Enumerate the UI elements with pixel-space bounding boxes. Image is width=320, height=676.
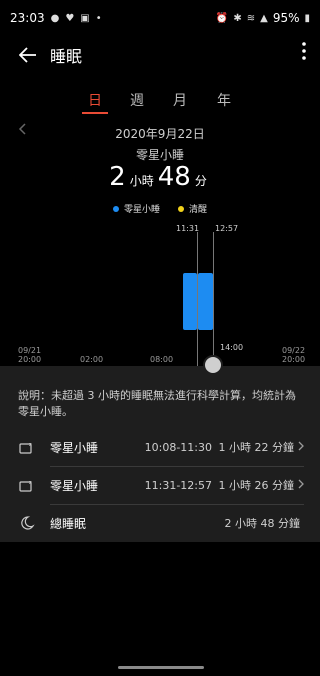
- nap-row-1-time: 10:08-11:30: [144, 440, 212, 454]
- period-tabs: 日 週 月 年: [0, 86, 320, 116]
- duration-hours: 2: [109, 162, 126, 192]
- back-arrow-icon: [19, 47, 36, 63]
- health-icon: ♥: [65, 12, 75, 24]
- selection-start-label: 11:31: [176, 224, 200, 233]
- battery-icon: ▮: [304, 12, 310, 24]
- more-vertical-icon: [302, 42, 306, 60]
- moon-icon: [18, 516, 36, 530]
- selection-end-label: 12:57: [215, 224, 239, 233]
- nap-row-1-duration: 1 小時 22 分鐘: [218, 441, 295, 454]
- page-title: 睡眠: [50, 47, 83, 66]
- wifi-icon: ≋: [246, 12, 256, 24]
- legend-item-nap: 零星小睡: [112, 202, 160, 215]
- nap-row-2-time: 11:31-12:57: [144, 478, 212, 492]
- nap-row-2[interactable]: z 零星小睡 11:31-12:57 1 小時 26 分鐘: [0, 466, 320, 504]
- app-bar: 睡眠: [0, 36, 320, 74]
- sleep-type-label: 零星小睡: [135, 148, 184, 162]
- legend-swatch-nap: [112, 205, 119, 212]
- selected-date: 2020年9月22日: [115, 127, 205, 141]
- axis-tick-0800: 08:00: [150, 355, 174, 364]
- axis-tick-start: 09/21 20:00: [18, 346, 42, 364]
- signal-icon: ▲: [260, 12, 268, 24]
- notification-dot-icon: •: [95, 12, 102, 24]
- nap-row-1-label: 零星小睡: [50, 440, 99, 455]
- chart-legend: 零星小睡 清醒: [0, 202, 320, 215]
- duration-minutes: 48: [157, 162, 191, 192]
- nap-icon: z: [18, 478, 36, 492]
- selection-end-line: [213, 232, 214, 366]
- tab-day[interactable]: 日: [81, 90, 109, 110]
- explanation-note: 說明：未超過 3 小時的睡眠無法進行科學計算，均統計為零星小睡。: [18, 389, 296, 418]
- duration-hours-unit: 小時: [129, 174, 154, 188]
- duration-minutes-unit: 分: [194, 174, 207, 188]
- nap-bar-1: [183, 273, 197, 330]
- tab-year[interactable]: 年: [210, 90, 238, 110]
- tab-month[interactable]: 月: [166, 90, 194, 110]
- battery-percent: 95%: [272, 11, 300, 25]
- total-sleep-label: 總睡眠: [50, 516, 87, 531]
- tab-week[interactable]: 週: [123, 90, 151, 110]
- gallery-icon: ▣: [80, 12, 90, 24]
- bluetooth-icon: ✱: [233, 12, 242, 24]
- legend-item-awake: 清醒: [178, 202, 207, 215]
- alarm-icon: ⏰: [215, 12, 229, 24]
- total-sleep-row: 總睡眠 2 小時 48 分鐘: [0, 504, 320, 542]
- nap-bar-2: [198, 273, 213, 330]
- nap-row-2-label: 零星小睡: [50, 478, 99, 493]
- legend-label-awake: 清醒: [189, 205, 208, 215]
- chevron-right-icon: [298, 478, 304, 492]
- cursor-time-label: 14:00: [220, 343, 244, 352]
- legend-label-nap: 零星小睡: [123, 205, 160, 215]
- total-sleep-duration: 2 小時 48 分鐘: [224, 517, 301, 530]
- sleep-chart[interactable]: 11:31 12:57 14:00 09/21 20:00 02:00 08:0…: [0, 220, 320, 366]
- status-time: 23:03: [10, 11, 45, 25]
- axis-tick-end: 09/22 20:00: [282, 346, 306, 364]
- legend-swatch-awake: [178, 205, 184, 212]
- axis-tick-0200: 02:00: [80, 355, 104, 364]
- back-button[interactable]: [10, 37, 46, 73]
- sleep-duration: 2 小時 48 分: [0, 162, 320, 192]
- chart-scrubber-handle[interactable]: [203, 355, 223, 375]
- chevron-right-icon: [298, 440, 304, 454]
- status-bar: 23:03 ● ♥ ▣ • ⏰ ✱ ≋ ▲ 95% ▮: [0, 0, 320, 36]
- svg-text:z: z: [29, 480, 32, 486]
- active-tab-indicator: [82, 112, 108, 114]
- home-indicator[interactable]: [118, 666, 204, 669]
- nap-icon: z: [18, 440, 36, 454]
- nap-row-2-duration: 1 小時 26 分鐘: [218, 479, 295, 492]
- nap-row-1[interactable]: z 零星小睡 10:08-11:30 1 小時 22 分鐘: [0, 428, 320, 466]
- facebook-icon: ●: [50, 12, 60, 24]
- date-navigator: 2020年9月22日: [0, 123, 320, 143]
- svg-text:z: z: [29, 442, 32, 448]
- more-options-button[interactable]: [302, 42, 306, 65]
